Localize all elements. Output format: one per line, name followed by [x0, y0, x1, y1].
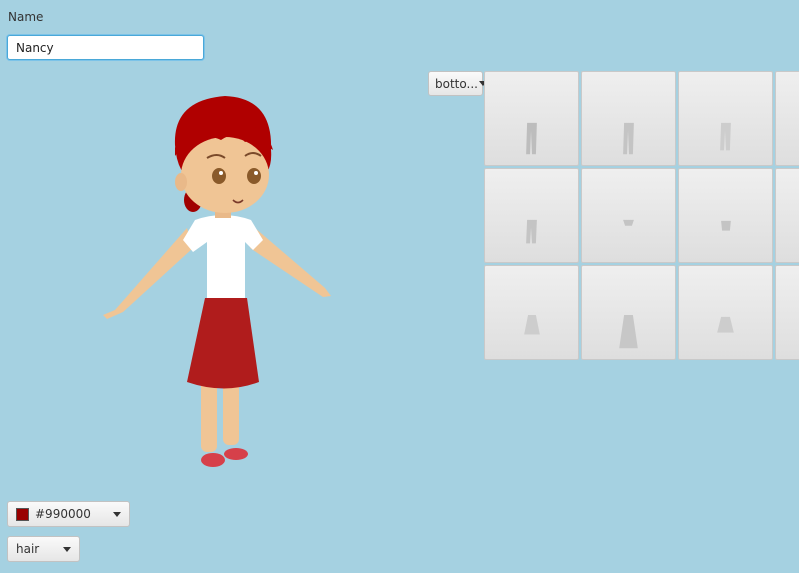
long-pants-icon [623, 122, 634, 155]
item-tile[interactable] [678, 71, 773, 166]
items-grid [484, 71, 799, 363]
left-eye [212, 168, 226, 184]
item-tile[interactable] [678, 265, 773, 360]
shirt [183, 215, 263, 300]
left-shoe [201, 453, 225, 467]
item-tile[interactable] [581, 265, 676, 360]
name-label: Name [8, 10, 44, 24]
item-tile[interactable] [484, 168, 579, 263]
right-arm [250, 228, 331, 297]
item-tile[interactable] [775, 168, 799, 263]
right-leg [223, 380, 239, 445]
left-ear [175, 173, 187, 191]
chevron-down-icon [113, 511, 121, 517]
left-leg [201, 380, 217, 452]
category-select[interactable]: botto... [428, 71, 487, 96]
item-tile[interactable] [775, 265, 799, 360]
name-input[interactable] [7, 35, 204, 60]
character-preview[interactable] [95, 90, 340, 475]
skirt [187, 298, 259, 389]
item-tile[interactable] [581, 71, 676, 166]
category-select-value: botto... [435, 76, 478, 91]
item-tile[interactable] [581, 168, 676, 263]
long-pants-icon [526, 122, 537, 155]
left-arm [103, 228, 193, 319]
part-select[interactable]: hair [7, 536, 80, 562]
right-eye-highlight [254, 171, 258, 175]
long-pants-icon [720, 122, 731, 151]
item-tile[interactable] [484, 71, 579, 166]
shorts-icon [721, 220, 731, 231]
color-picker[interactable]: #990000 [7, 501, 130, 527]
long-skirt-icon [619, 314, 638, 349]
short-skirt-icon [524, 314, 540, 335]
item-tile[interactable] [775, 71, 799, 166]
color-swatch [16, 507, 29, 521]
left-eye-highlight [219, 171, 223, 175]
mini-skirt-icon [717, 316, 734, 333]
right-shoe [224, 448, 248, 460]
item-tile[interactable] [678, 168, 773, 263]
capri-pants-icon [526, 219, 537, 244]
chevron-down-icon [63, 546, 71, 552]
part-select-value: hair [16, 542, 40, 556]
right-eye [247, 168, 261, 184]
item-tile[interactable] [484, 265, 579, 360]
color-value: #990000 [35, 507, 91, 521]
briefs-icon [623, 219, 634, 226]
